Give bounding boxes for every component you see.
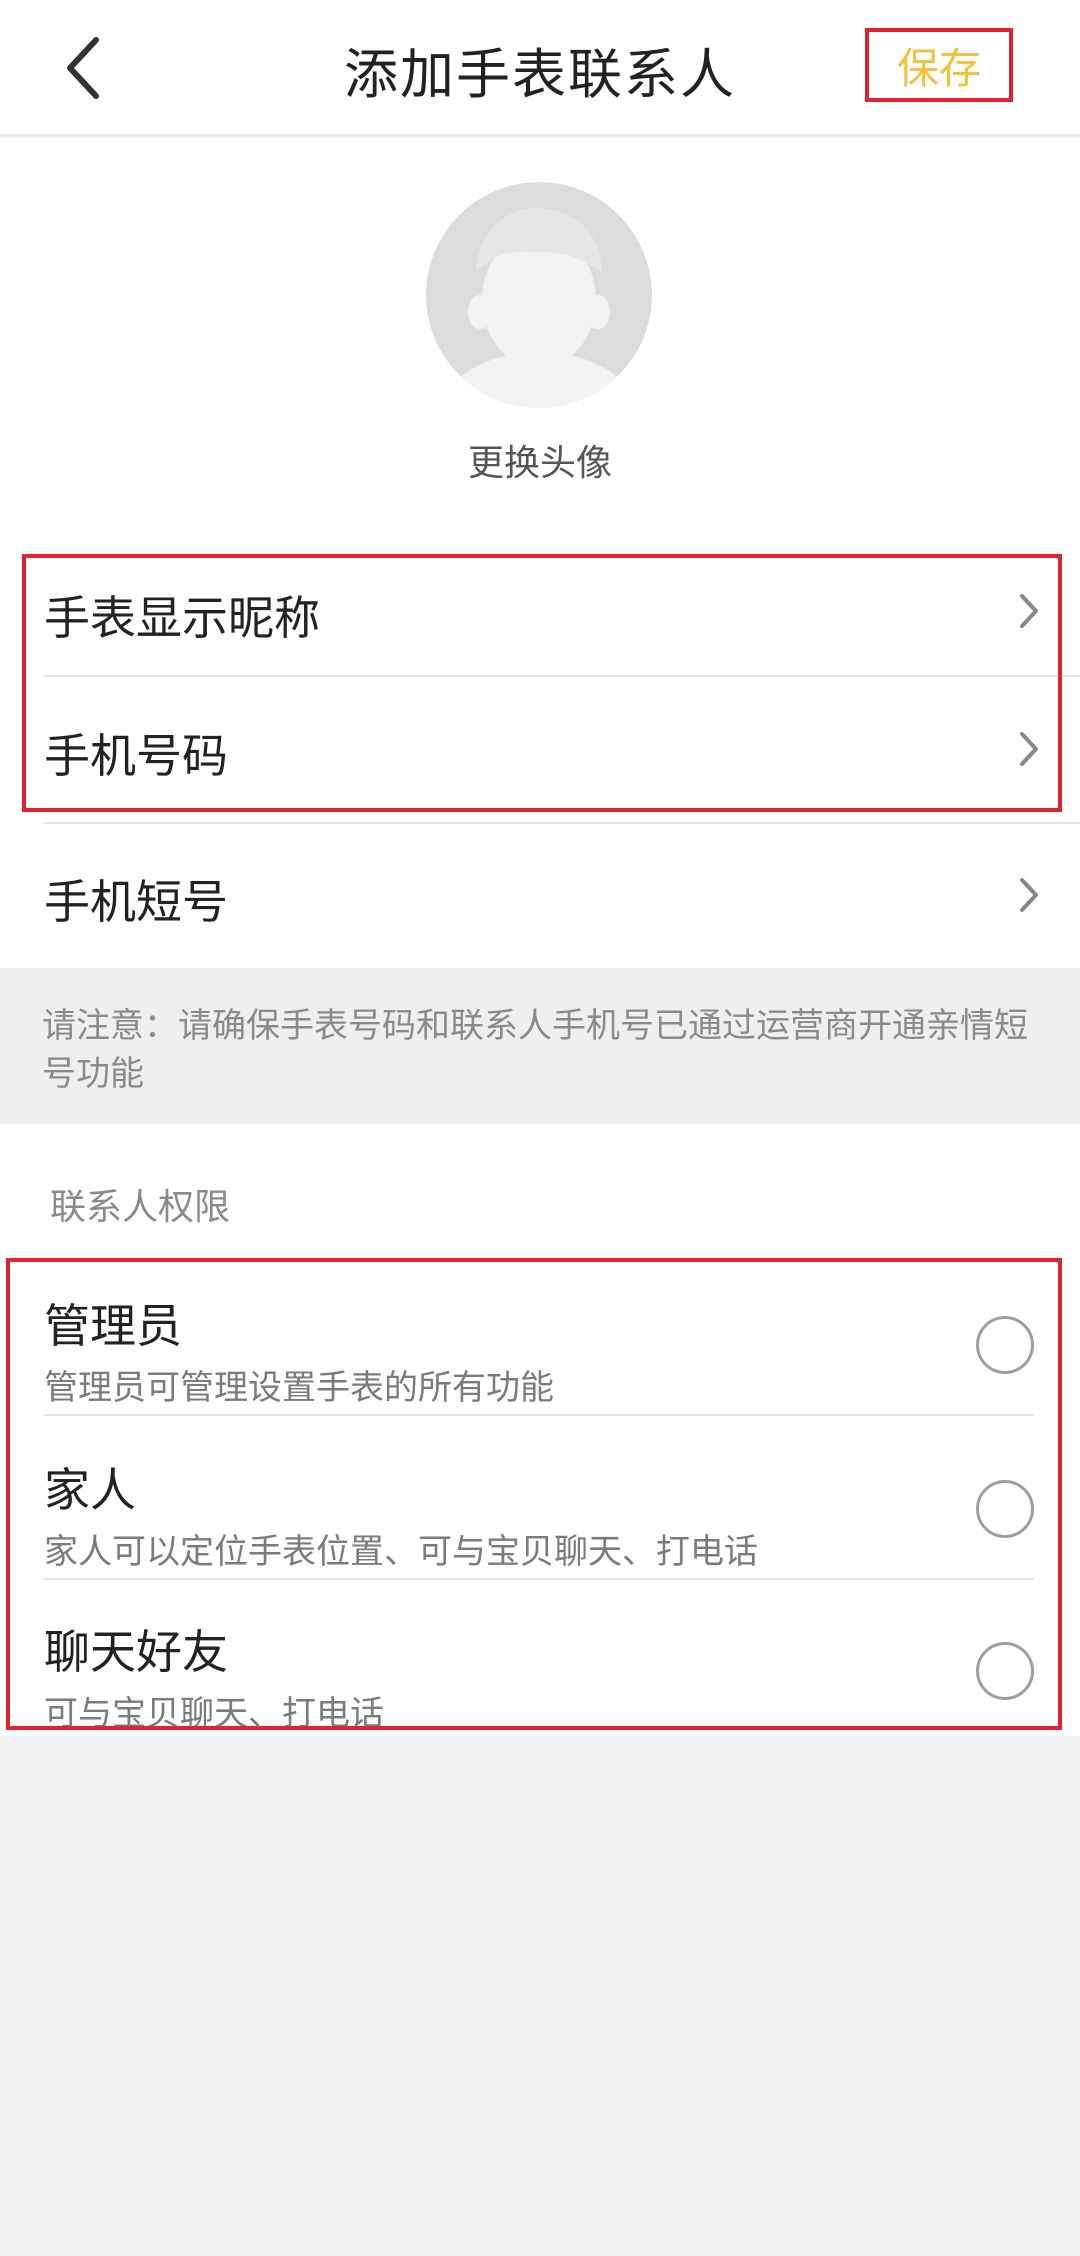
family-radio[interactable]	[976, 1480, 1034, 1538]
default-avatar-icon	[426, 182, 652, 408]
phone-number-label: 手机号码	[44, 729, 228, 783]
change-avatar-label[interactable]: 更换头像	[0, 434, 1080, 486]
row-divider	[44, 1578, 1034, 1580]
save-button[interactable]: 保存	[865, 28, 1013, 102]
chevron-right-icon	[1020, 878, 1038, 912]
permission-option-chat-friend[interactable]: 聊天好友 可与宝贝聊天、打电话	[0, 1596, 1080, 1758]
short-number-row[interactable]: 手机短号	[0, 822, 1080, 968]
permission-description: 可与宝贝聊天、打电话	[44, 1694, 384, 1734]
phone-number-row[interactable]: 手机号码	[0, 676, 1080, 822]
permission-title: 聊天好友	[44, 1625, 228, 1679]
add-watch-contact-screen: 添加手表联系人 保存 更换头像 手表显示昵称 手机号码 手机短号 请注意：请确保…	[0, 0, 1080, 2256]
top-bar: 添加手表联系人 保存	[0, 0, 1080, 136]
chevron-right-icon	[1020, 732, 1038, 766]
avatar[interactable]	[426, 182, 652, 408]
permission-option-family[interactable]: 家人 家人可以定位手表位置、可与宝贝聊天、打电话	[0, 1434, 1080, 1596]
contact-form-list: 手表显示昵称 手机号码 手机短号	[0, 538, 1080, 968]
permission-description: 家人可以定位手表位置、可与宝贝聊天、打电话	[44, 1532, 758, 1572]
permission-description: 管理员可管理设置手表的所有功能	[44, 1368, 554, 1408]
chat-friend-radio[interactable]	[976, 1642, 1034, 1700]
watch-nickname-label: 手表显示昵称	[44, 591, 320, 645]
notice-text: 请注意：请确保手表号码和联系人手机号已通过运营商开通亲情短号功能	[0, 968, 1080, 1124]
short-number-label: 手机短号	[44, 875, 228, 929]
permissions-section: 联系人权限 管理员 管理员可管理设置手表的所有功能 家人 家人可以定位手表位置、…	[0, 1124, 1080, 1736]
row-divider	[44, 1414, 1034, 1416]
admin-radio[interactable]	[976, 1316, 1034, 1374]
watch-nickname-row[interactable]: 手表显示昵称	[0, 538, 1080, 684]
permission-option-admin[interactable]: 管理员 管理员可管理设置手表的所有功能	[0, 1270, 1080, 1432]
avatar-section: 更换头像	[0, 138, 1080, 538]
permission-title: 管理员	[44, 1299, 182, 1353]
permissions-heading: 联系人权限	[50, 1187, 231, 1228]
permission-title: 家人	[44, 1463, 136, 1517]
chevron-right-icon	[1020, 594, 1038, 628]
